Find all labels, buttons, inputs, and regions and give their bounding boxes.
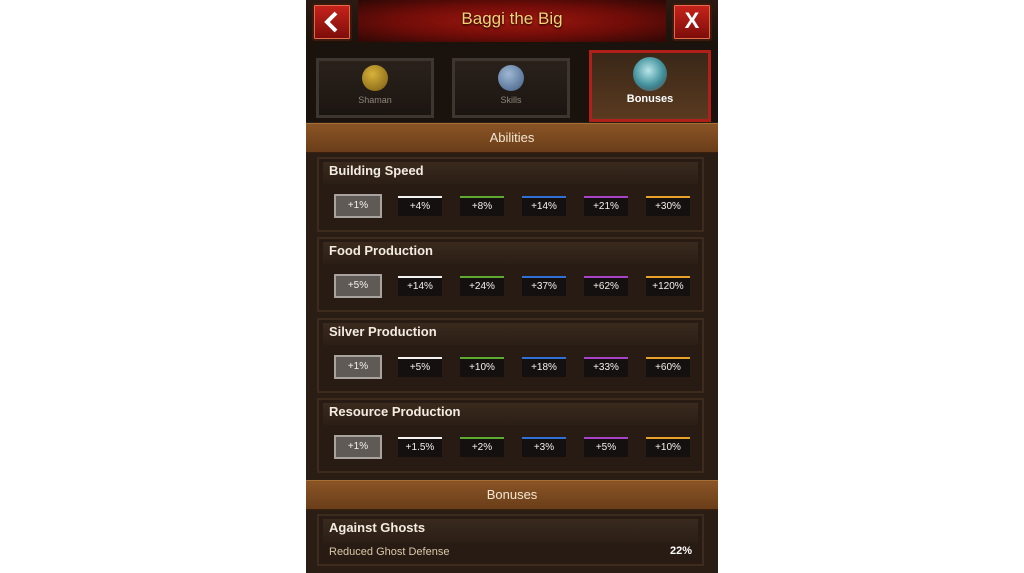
tab-shaman[interactable]: Shaman [316,58,434,118]
bonus-value-chip: +5% [398,357,442,377]
ability-card-silver-production: Silver Production +1% +5% +10% +18% +33%… [317,318,704,393]
bonus-value-chip: +14% [398,276,442,296]
header-bar: Baggi the Big X [306,0,718,46]
bonus-value-chip: +30% [646,196,690,216]
bonus-value-chip: +33% [584,357,628,377]
tab-label: Shaman [358,95,392,105]
bonus-value-chip: +21% [584,196,628,216]
bonus-value-chip: +5% [334,274,382,298]
against-ghosts-card: Against Ghosts Reduced Ghost Defense 22% [317,514,704,566]
abilities-section-header: Abilities [306,123,718,153]
bonus-value-chip: +4% [398,196,442,216]
bonuses-panel: Baggi the Big X Shaman Skills Bonuses Ab… [306,0,718,573]
bonus-value-chip: +1.5% [398,437,442,457]
bonus-value-chip: +2% [460,437,504,457]
ability-title: Resource Production [329,404,461,419]
tab-bar: Shaman Skills Bonuses [306,44,718,122]
chevron-left-icon [324,11,338,33]
ability-title: Building Speed [329,163,424,178]
bonus-value-chip: +24% [460,276,504,296]
ability-title: Silver Production [329,324,437,339]
bonus-value-chip: +10% [646,437,690,457]
shaman-emblem-icon [362,65,388,91]
bonus-value-chip: +3% [522,437,566,457]
tab-bonuses[interactable]: Bonuses [589,50,711,122]
bonus-value-chip: +60% [646,357,690,377]
bonus-value-chip: +62% [584,276,628,296]
bonus-row-label: Reduced Ghost Defense [329,546,450,558]
back-button[interactable] [312,3,352,41]
ability-title: Food Production [329,243,433,258]
bonus-value-chip: +37% [522,276,566,296]
bonus-value-chip: +1% [334,435,382,459]
bonus-value-chip: +1% [334,194,382,218]
tab-label: Bonuses [626,93,674,105]
bonus-value-chip: +120% [646,276,690,296]
bonus-value-chip: +5% [584,437,628,457]
ability-card-food-production: Food Production +5% +14% +24% +37% +62% … [317,237,704,312]
bonus-row-value: 22% [669,545,692,557]
bonus-value-chip: +10% [460,357,504,377]
page-title: Baggi the Big [461,9,563,28]
tab-skills[interactable]: Skills [452,58,570,118]
close-button[interactable]: X [672,3,712,41]
ability-card-building-speed: Building Speed +1% +4% +8% +14% +21% +30… [317,157,704,232]
bonus-value-chip: +1% [334,355,382,379]
bonus-value-chip: +18% [522,357,566,377]
tab-label: Skills [500,95,522,105]
skills-book-icon [498,65,524,91]
bonuses-orb-icon [633,57,667,91]
ability-card-resource-production: Resource Production +1% +1.5% +2% +3% +5… [317,398,704,473]
bonus-title: Against Ghosts [329,520,426,535]
bonus-value-chip: +14% [522,196,566,216]
bonus-value-chip: +8% [460,196,504,216]
bonuses-section-header: Bonuses [306,480,718,510]
